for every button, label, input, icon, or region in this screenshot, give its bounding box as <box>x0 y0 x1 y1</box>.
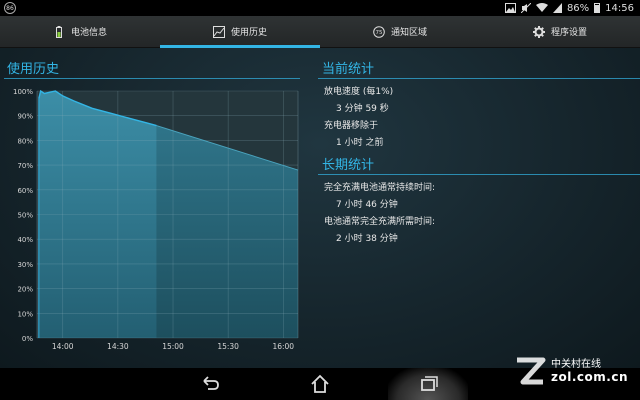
recent-apps-icon[interactable] <box>416 372 440 396</box>
tab-bar: 电池信息 使用历史 75 通知区域 程序设置 <box>0 16 640 48</box>
y-tick-label: 80% <box>17 137 33 145</box>
watermark: 中关村在线 zol.com.cn <box>513 354 628 388</box>
y-tick-label: 40% <box>17 236 33 244</box>
full-charge-duration-value: 7 小时 46 分钟 <box>336 200 398 210</box>
tab-usage-history[interactable]: 使用历史 <box>160 16 320 48</box>
discharge-rate-label: 放电速度 (每1%) <box>324 87 394 97</box>
tab-label: 程序设置 <box>550 28 587 38</box>
full-charge-duration-label: 完全充满电池通常持续时间: <box>324 183 436 193</box>
x-tick-label: 16:00 <box>272 342 294 351</box>
watermark-en: zol.com.cn <box>551 370 628 384</box>
battery-icon <box>55 25 62 38</box>
battery-icon <box>594 3 601 13</box>
battery-percent: 86% <box>566 2 590 14</box>
usage-history-title: 使用历史 <box>7 62 60 77</box>
wifi-icon <box>535 3 548 12</box>
current-stats-title: 当前统计 <box>322 62 375 77</box>
unplugged-value: 1 小时 之前 <box>336 138 384 148</box>
y-tick-label: 0% <box>22 335 33 343</box>
signal-icon <box>552 3 562 13</box>
x-tick-label: 15:00 <box>162 342 184 351</box>
tab-label: 电池信息 <box>70 28 107 38</box>
y-tick-label: 100% <box>13 88 33 96</box>
status-icons: 86% 14:56 <box>504 1 634 15</box>
status-bar: 86 86% 14:56 <box>0 0 640 16</box>
unplugged-label: 充电器移除于 <box>324 121 379 131</box>
y-tick-label: 60% <box>17 187 33 195</box>
tab-icon-text: 75 <box>375 30 382 36</box>
y-tick-label: 20% <box>17 286 33 294</box>
mute-icon <box>520 3 531 13</box>
battery-history-chart: 100% 90% 80% 70% 60% 50% 40% 30% 20% 10% 0% 14:00 14… <box>13 88 299 351</box>
longterm-stats-title: 长期统计 <box>322 158 375 173</box>
gear-icon <box>532 25 545 38</box>
tab-label: 通知区域 <box>390 28 427 38</box>
history-chart-icon <box>212 25 225 38</box>
y-tick-label: 70% <box>17 162 33 170</box>
tab-notification-area[interactable]: 75 通知区域 <box>320 16 480 47</box>
tab-battery-info[interactable]: 电池信息 <box>0 16 160 47</box>
longterm-stats-divider <box>318 174 640 175</box>
image-icon <box>504 3 516 13</box>
back-icon[interactable] <box>198 372 222 396</box>
charge-time-label: 电池通常完全充满所需时间: <box>324 217 436 227</box>
x-tick-label: 14:30 <box>107 342 129 351</box>
discharge-rate-value: 3 分钟 59 秒 <box>336 104 389 114</box>
usage-history-divider <box>4 78 300 79</box>
zol-logo <box>517 357 546 385</box>
y-tick-label: 50% <box>17 212 33 220</box>
notification-75-icon: 75 <box>373 25 385 38</box>
y-tick-label: 30% <box>17 261 33 269</box>
charge-time-value: 2 小时 38 分钟 <box>336 234 398 244</box>
y-tick-label: 10% <box>17 310 33 318</box>
clock: 14:56 <box>605 2 634 14</box>
home-icon[interactable] <box>308 372 332 396</box>
tab-settings[interactable]: 程序设置 <box>480 16 640 47</box>
x-tick-label: 15:30 <box>217 342 239 351</box>
x-tick-label: 14:00 <box>52 342 74 351</box>
tab-label: 使用历史 <box>230 28 267 38</box>
y-tick-label: 90% <box>17 113 33 121</box>
battery-notification-icon: 86 <box>4 2 16 14</box>
current-stats-divider <box>318 78 640 79</box>
